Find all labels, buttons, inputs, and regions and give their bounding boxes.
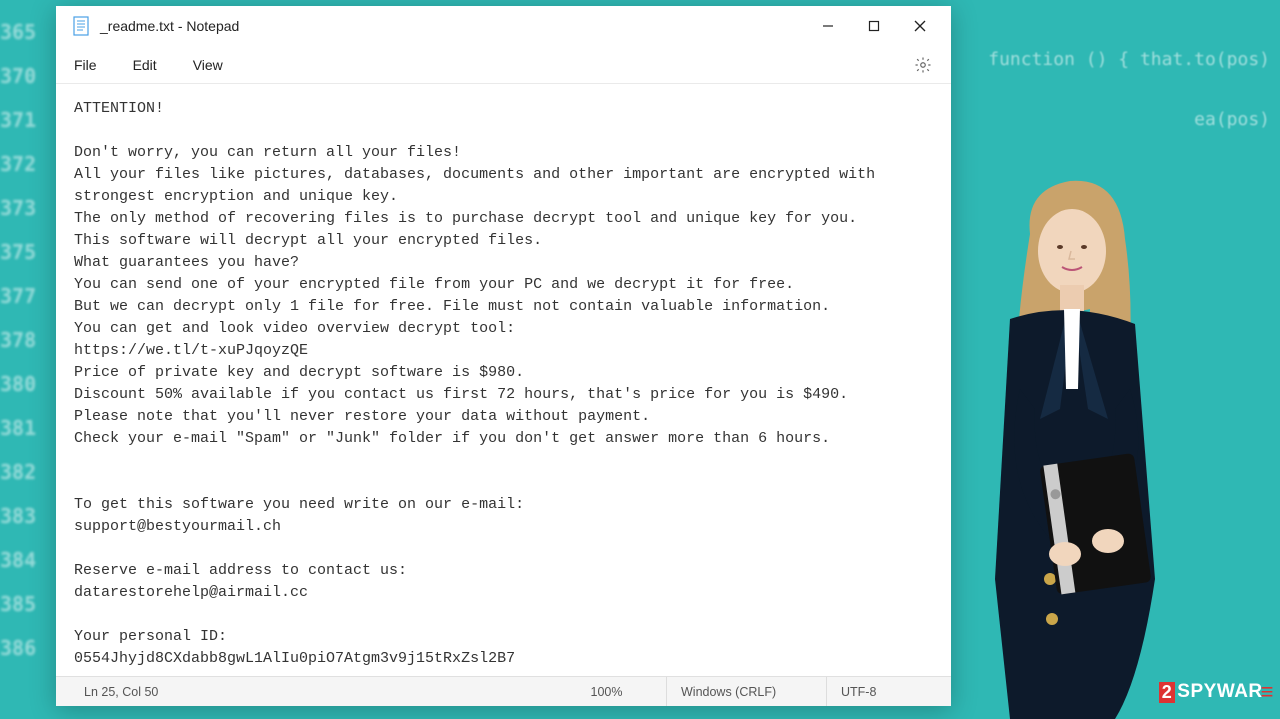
menu-file[interactable]: File xyxy=(74,57,97,73)
text-content[interactable]: ATTENTION! Don't worry, you can return a… xyxy=(56,84,951,676)
maximize-button[interactable] xyxy=(851,10,897,42)
watermark-text: SPYWAR xyxy=(1177,681,1262,703)
notepad-window: _readme.txt - Notepad File Edit View ATT… xyxy=(56,6,951,706)
titlebar[interactable]: _readme.txt - Notepad xyxy=(56,6,951,46)
menu-view[interactable]: View xyxy=(193,57,223,73)
gear-icon[interactable] xyxy=(913,55,933,75)
watermark-tail-icon: ≡ xyxy=(1261,679,1274,705)
window-title: _readme.txt - Notepad xyxy=(100,18,805,34)
watermark-prefix: 2 xyxy=(1159,682,1176,703)
notepad-app-icon xyxy=(72,15,90,37)
person-illustration xyxy=(940,159,1200,719)
status-position: Ln 25, Col 50 xyxy=(70,677,547,706)
watermark: 2 SPYWAR ≡ xyxy=(1159,679,1274,705)
status-line-ending: Windows (CRLF) xyxy=(667,677,827,706)
status-zoom: 100% xyxy=(547,677,667,706)
statusbar: Ln 25, Col 50 100% Windows (CRLF) UTF-8 xyxy=(56,676,951,706)
window-controls xyxy=(805,10,943,42)
bg-right-code: function () { that.to(pos) ea(pos) xyxy=(930,30,1270,150)
close-button[interactable] xyxy=(897,10,943,42)
minimize-button[interactable] xyxy=(805,10,851,42)
status-encoding: UTF-8 xyxy=(827,677,937,706)
menubar: File Edit View xyxy=(56,46,951,84)
menu-edit[interactable]: Edit xyxy=(133,57,157,73)
